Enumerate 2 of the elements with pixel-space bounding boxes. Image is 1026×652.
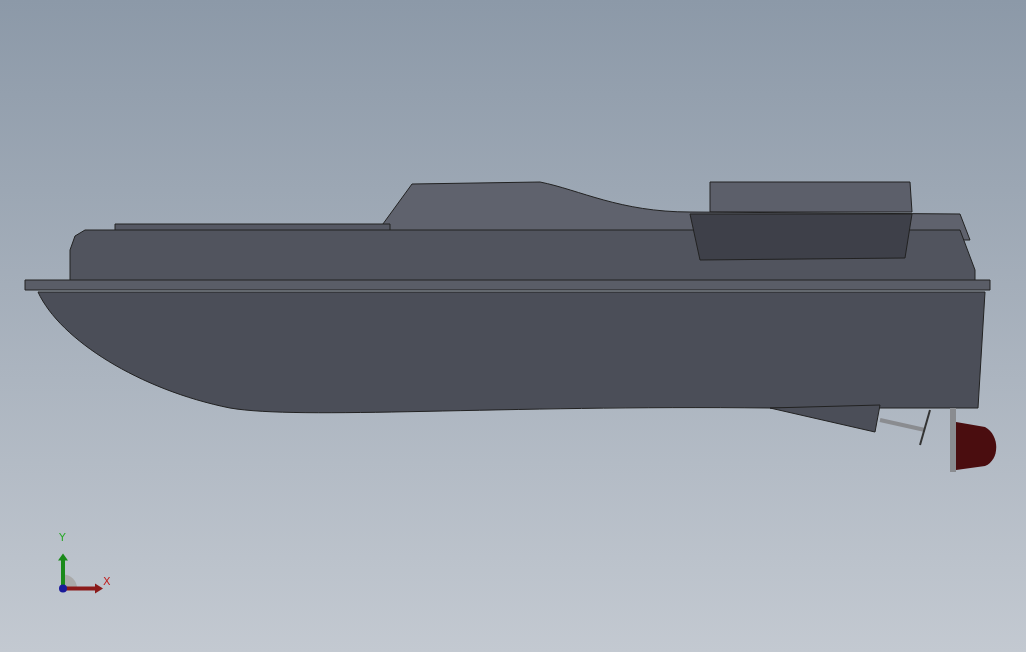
y-axis-label: Y [59,532,66,544]
x-axis-label: X [103,576,111,588]
